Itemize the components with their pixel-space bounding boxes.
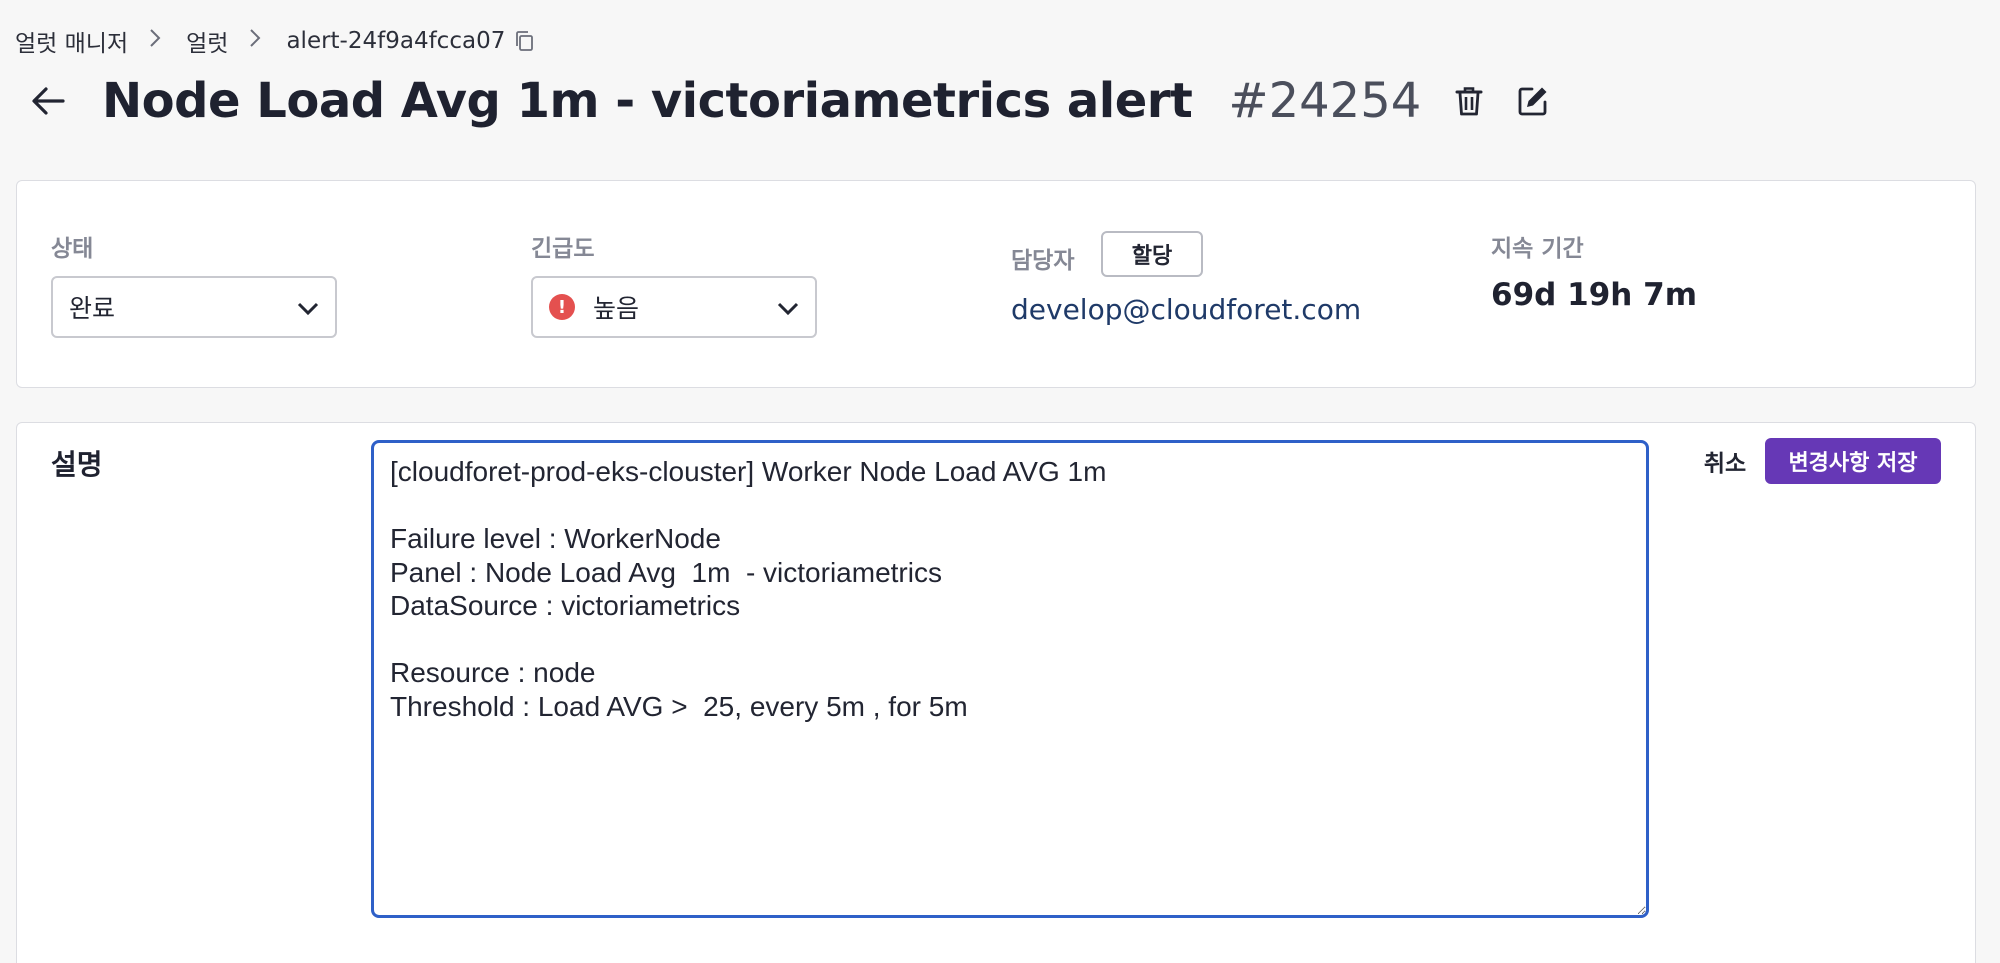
alert-circle-icon: ! (549, 294, 575, 320)
edit-pencil-icon[interactable] (1513, 81, 1553, 121)
cancel-button[interactable]: 취소 (1691, 438, 1759, 484)
breadcrumb-alert-id: alert-24f9a4fcca07 (286, 28, 506, 54)
duration-value: 69d 19h 7m (1491, 277, 1697, 313)
description-textarea[interactable]: [cloudforet-prod-eks-clouster] Worker No… (371, 440, 1649, 918)
copy-icon[interactable] (513, 29, 537, 53)
assignee-email: develop@cloudforet.com (1011, 293, 1362, 326)
breadcrumb: 얼럿 매니저 얼럿 alert-24f9a4fcca07 (15, 24, 537, 58)
title-row: Node Load Avg 1m - victoriametrics alert… (28, 68, 1553, 134)
back-arrow-icon[interactable] (28, 81, 68, 121)
chevron-down-icon (297, 293, 319, 322)
status-value: 완료 (69, 294, 116, 323)
save-changes-button[interactable]: 변경사항 저장 (1765, 438, 1941, 484)
urgency-value: 높음 (593, 294, 640, 323)
assignee-label: 담당자 (1011, 248, 1075, 274)
breadcrumb-alert[interactable]: 얼럿 (186, 24, 228, 58)
chevron-right-icon (248, 27, 262, 55)
delete-trash-icon[interactable] (1449, 81, 1489, 121)
breadcrumb-alert-manager[interactable]: 얼럿 매니저 (15, 24, 128, 58)
urgency-select[interactable]: ! 높음 (531, 276, 817, 338)
status-label: 상태 (51, 236, 94, 262)
duration-label: 지속 기간 (1491, 236, 1584, 262)
alert-number: #24254 (1228, 73, 1422, 129)
status-select[interactable]: 완료 (51, 276, 337, 338)
description-label: 설명 (51, 448, 103, 481)
page-title: Node Load Avg 1m - victoriametrics alert (102, 73, 1193, 129)
chevron-right-icon (148, 27, 162, 55)
chevron-down-icon (777, 293, 799, 322)
assign-button[interactable]: 할당 (1101, 231, 1203, 277)
urgency-label: 긴급도 (531, 236, 595, 262)
alert-info-card: 상태 완료 긴급도 ! 높음 담당자 할당 develop@cloudforet… (16, 180, 1976, 388)
description-card: 설명 [cloudforet-prod-eks-clouster] Worker… (16, 422, 1976, 963)
